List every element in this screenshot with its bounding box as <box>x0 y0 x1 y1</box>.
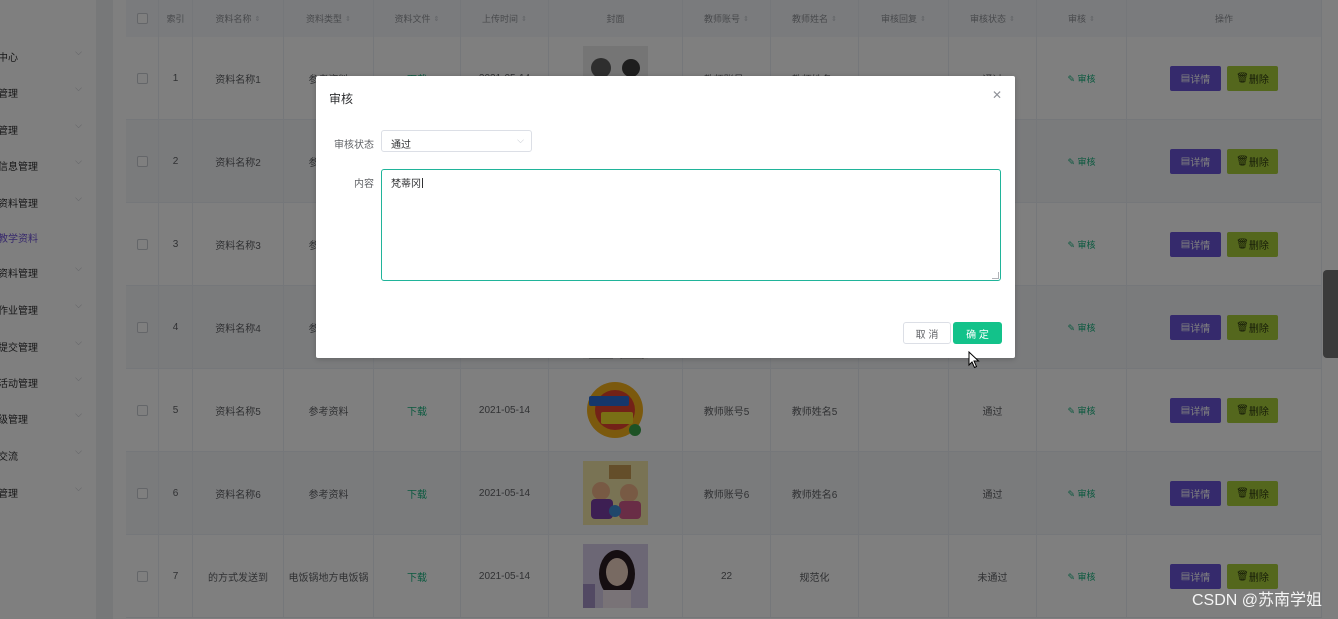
content-textarea[interactable]: 梵蒂冈 <box>381 169 1001 281</box>
close-icon[interactable]: ✕ <box>992 88 1002 102</box>
status-select-value: 通过 <box>391 140 411 151</box>
cancel-button[interactable]: 取 消 <box>903 322 951 344</box>
dialog-title: 审核 <box>329 92 354 106</box>
review-dialog: 审核 ✕ 审核状态 通过 ⌵ 内容 梵蒂冈 取 消 确 定 <box>316 76 1015 358</box>
chevron-down-icon: ⌵ <box>517 135 524 145</box>
content-label: 内容 <box>354 179 374 190</box>
confirm-button[interactable]: 确 定 <box>953 322 1002 344</box>
watermark: CSDN @苏南学姐 <box>1191 592 1322 609</box>
content-text: 梵蒂冈 <box>391 179 421 190</box>
text-caret <box>422 178 423 188</box>
resize-handle-icon[interactable] <box>992 272 999 279</box>
status-select[interactable]: 通过 ⌵ <box>381 130 532 152</box>
status-label: 审核状态 <box>334 140 374 151</box>
mouse-cursor-icon <box>968 351 980 369</box>
scrollbar[interactable] <box>1323 270 1338 358</box>
